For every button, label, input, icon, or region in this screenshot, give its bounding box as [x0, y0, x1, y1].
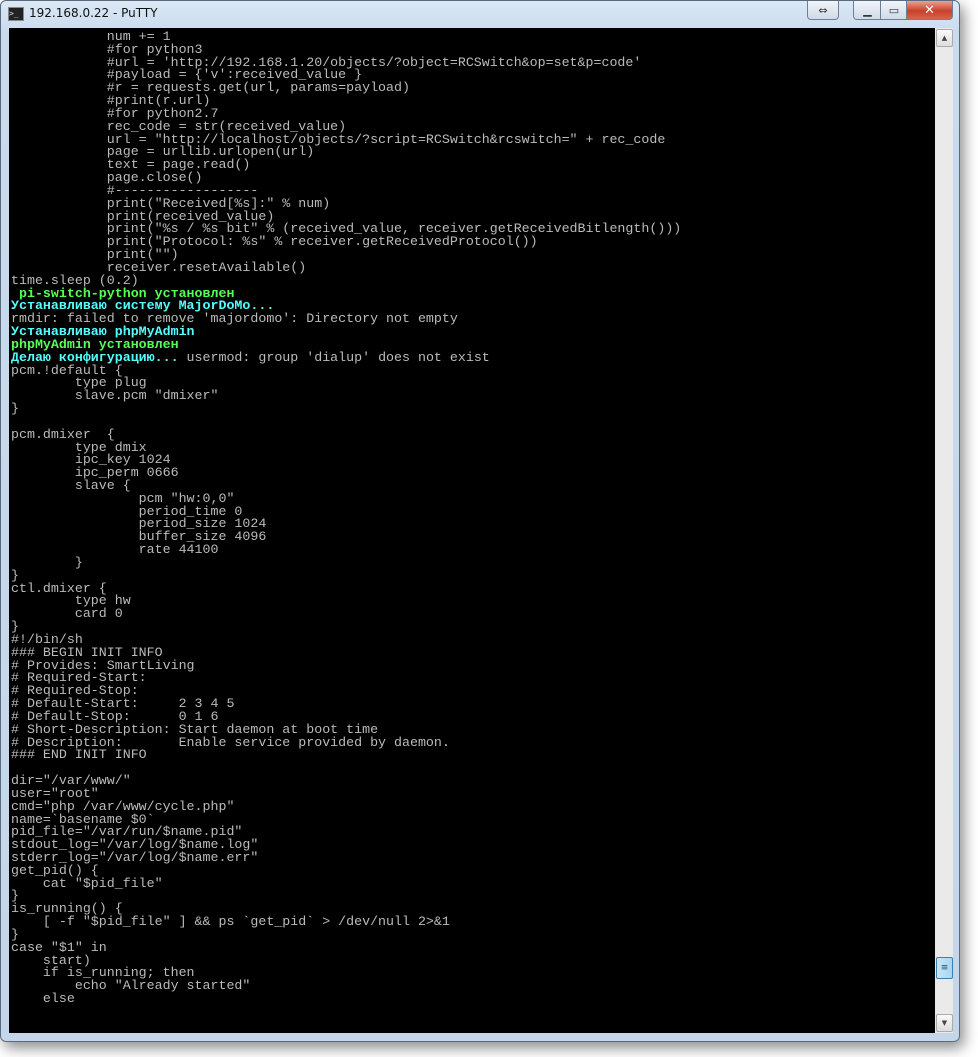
- terminal-line: }: [11, 620, 681, 634]
- putty-window: >_ 192.168.0.22 - PuTTY ⇔ ▁ ▭ ✕ num += 1…: [0, 0, 960, 1042]
- terminal-text: cat "$pid_file": [11, 875, 163, 891]
- terminal-lines: num += 1 #for python3 #url = 'http://192…: [11, 30, 681, 1007]
- scroll-up-arrow-icon[interactable]: ▲: [936, 29, 953, 47]
- close-button[interactable]: ✕: [906, 1, 953, 20]
- terminal-text: ### END INIT INFO: [11, 747, 147, 763]
- terminal-line: slave.pcm "dmixer": [11, 388, 681, 404]
- terminal-text: }: [11, 401, 19, 417]
- terminal-line: }: [11, 554, 681, 570]
- maximize-button[interactable]: ▭: [880, 1, 908, 20]
- putty-app-icon[interactable]: >_: [8, 7, 24, 21]
- scrollbar-thumb[interactable]: ≡: [936, 957, 953, 980]
- terminal-line: }: [11, 569, 681, 583]
- terminal-text: }: [11, 554, 83, 570]
- terminal-line: card 0: [11, 606, 681, 622]
- title-bar[interactable]: >_ 192.168.0.22 - PuTTY ⇔ ▁ ▭ ✕: [1, 1, 959, 27]
- resize-button[interactable]: ⇔: [807, 1, 839, 20]
- terminal-text: slave.pcm "dmixer": [11, 388, 219, 404]
- terminal-text: else: [11, 991, 75, 1007]
- terminal-line: }: [11, 928, 681, 942]
- window-title: 192.168.0.22 - PuTTY: [29, 6, 158, 20]
- terminal-output[interactable]: num += 1 #for python3 #url = 'http://192…: [9, 28, 935, 1033]
- terminal-line: }: [11, 401, 681, 417]
- vertical-scrollbar[interactable]: ▲ ≡ ▼: [935, 28, 953, 1033]
- terminal-text: [ -f "$pid_file" ] && ps `get_pid` > /de…: [11, 914, 450, 930]
- terminal-line: else: [11, 991, 681, 1007]
- terminal-line: echo "Already started": [11, 979, 681, 993]
- terminal-text: usermod: group 'dialup' does not exist: [178, 349, 490, 365]
- terminal-line: stderr_log="/var/log/$name.err": [11, 851, 681, 865]
- terminal-line: rate 44100: [11, 543, 681, 557]
- terminal-line: case "$1" in: [11, 941, 681, 955]
- scroll-down-arrow-icon[interactable]: ▼: [936, 1014, 953, 1032]
- terminal-line: ### END INIT INFO: [11, 747, 681, 763]
- terminal-line: dir="/var/www/": [11, 774, 681, 788]
- terminal-line: cat "$pid_file": [11, 875, 681, 891]
- minimize-button[interactable]: ▁: [853, 1, 882, 20]
- terminal-text: card 0: [11, 606, 123, 622]
- terminal-line: [ -f "$pid_file" ] && ps `get_pid` > /de…: [11, 914, 681, 930]
